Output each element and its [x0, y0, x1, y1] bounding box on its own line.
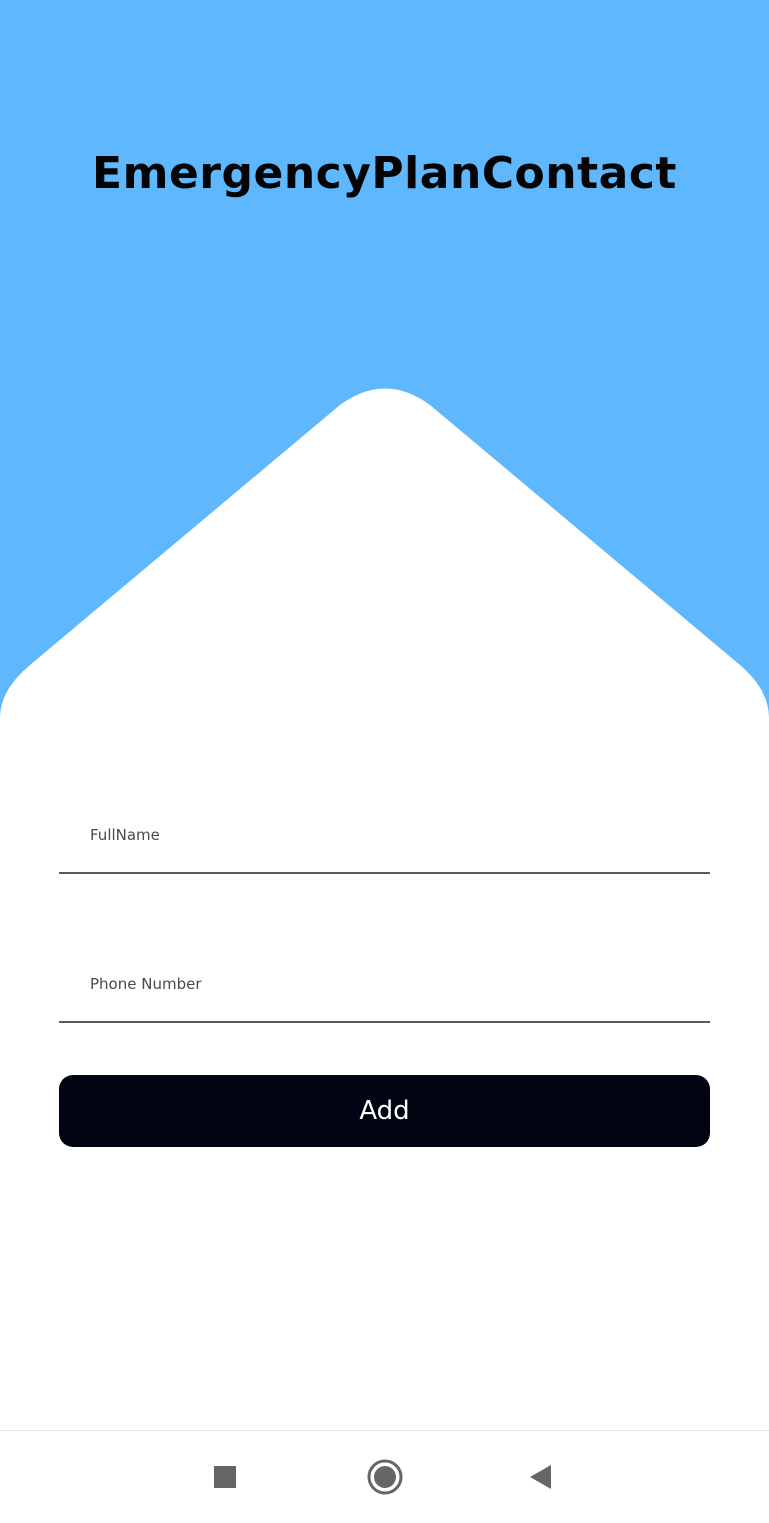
recents-button[interactable] — [203, 1455, 247, 1499]
circle-home-icon — [367, 1459, 403, 1495]
home-button[interactable] — [363, 1455, 407, 1499]
triangle-back-icon — [530, 1465, 551, 1489]
phone-number-input[interactable] — [59, 945, 710, 1023]
emergency-contact-screen: EmergencyPlanContact Add — [0, 0, 769, 1523]
header-blue-shape — [0, 0, 769, 718]
system-navigation-bar — [0, 1430, 769, 1523]
phone-number-field — [59, 945, 710, 1025]
header-background — [0, 0, 769, 718]
add-button[interactable]: Add — [59, 1075, 710, 1147]
fullname-field — [59, 796, 710, 876]
page-title: EmergencyPlanContact — [92, 148, 677, 199]
square-recents-icon — [214, 1466, 236, 1488]
back-button[interactable] — [519, 1455, 563, 1499]
fullname-input[interactable] — [59, 796, 710, 874]
